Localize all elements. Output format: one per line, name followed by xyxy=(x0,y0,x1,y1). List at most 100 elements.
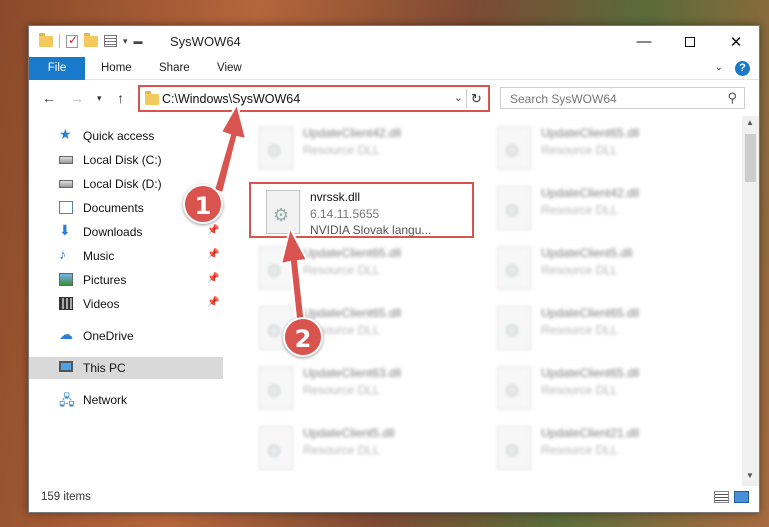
file-name: UpdateClient65.dll xyxy=(303,246,402,260)
tab-view[interactable]: View xyxy=(217,57,242,80)
scroll-up-icon[interactable]: ▲ xyxy=(746,118,754,127)
back-arrow-icon[interactable]: ← xyxy=(42,90,56,106)
file-tile[interactable]: UpdateClient63.dll Resource DLL xyxy=(244,360,469,416)
sidebar-item-label: Documents xyxy=(83,201,144,215)
dll-file-icon xyxy=(497,426,531,470)
sidebar-item-network[interactable]: 🖧 Network xyxy=(29,389,223,411)
maximize-icon xyxy=(685,36,695,47)
file-description: Resource DLL xyxy=(541,383,618,397)
sidebar-item-quick-access[interactable]: ★ Quick access xyxy=(29,125,223,147)
address-path[interactable]: C:\Windows\SysWOW64 xyxy=(162,92,300,106)
sidebar-item-label: Quick access xyxy=(83,129,155,143)
file-tile[interactable]: UpdateClient65.dll Resource DLL xyxy=(482,300,707,356)
file-tile[interactable]: UpdateClient65.dll Resource DLL xyxy=(244,300,469,356)
refresh-icon[interactable]: ↻ xyxy=(466,89,486,108)
file-description: Resource DLL xyxy=(541,143,618,157)
sidebar-item-label: Downloads xyxy=(83,225,143,239)
sidebar-item-label: This PC xyxy=(83,361,126,375)
dll-file-icon xyxy=(266,190,300,234)
vertical-scrollbar[interactable]: ▲ ▼ xyxy=(742,116,759,486)
file-explorer-window: ▾ ▬ SysWOW64 — ✕ File Home Share View ⌄ … xyxy=(28,25,760,513)
sidebar-item-music[interactable]: ♪ Music 📌 xyxy=(29,245,223,267)
navigation-pane: ★ Quick access Local Disk (C:) Local Dis… xyxy=(29,121,223,471)
pin-icon[interactable]: 📌 xyxy=(207,297,219,308)
file-name: UpdateClient65.dll xyxy=(541,366,640,380)
close-button[interactable]: ✕ xyxy=(713,26,759,57)
network-icon: 🖧 xyxy=(59,392,75,408)
search-input[interactable]: Search SysWOW64 ⚲ xyxy=(500,87,745,109)
file-name: UpdateClient21.dll xyxy=(541,426,640,440)
tab-share[interactable]: Share xyxy=(159,57,190,80)
help-icon[interactable]: ? xyxy=(735,61,750,76)
file-tile[interactable]: UpdateClient5.dll Resource DLL xyxy=(244,420,469,471)
pin-icon[interactable]: 📌 xyxy=(207,273,219,284)
pin-icon[interactable]: 📌 xyxy=(207,249,219,260)
sidebar-item-downloads[interactable]: ⬇ Downloads 📌 xyxy=(29,221,223,243)
chevron-down-icon[interactable]: ⌄ xyxy=(454,91,463,104)
sidebar-item-pictures[interactable]: Pictures 📌 xyxy=(29,269,223,291)
dll-file-icon xyxy=(259,426,293,470)
chevron-down-icon[interactable]: ▾ xyxy=(123,36,128,47)
maximize-button[interactable] xyxy=(667,26,713,57)
new-folder-icon[interactable] xyxy=(84,32,98,47)
item-count: 159 items xyxy=(41,491,91,503)
file-description: Resource DLL xyxy=(303,263,380,277)
file-description: Resource DLL xyxy=(303,143,380,157)
ribbon: File Home Share View ⌄ ? xyxy=(29,57,759,80)
sidebar-item-onedrive[interactable]: ☁ OneDrive xyxy=(29,325,223,347)
file-description: NVIDIA Slovak langu... xyxy=(310,223,432,237)
disk-icon xyxy=(59,180,73,188)
sidebar-item-this-pc[interactable]: This PC xyxy=(29,357,223,379)
pin-icon[interactable]: 📌 xyxy=(207,225,219,236)
dll-file-icon xyxy=(259,246,293,290)
documents-icon xyxy=(59,201,73,214)
file-tile[interactable]: UpdateClient65.dll Resource DLL xyxy=(482,120,707,176)
minimize-button[interactable]: — xyxy=(621,26,667,57)
dll-file-icon xyxy=(497,306,531,350)
file-tile[interactable]: UpdateClient21.dll Resource DLL xyxy=(482,420,707,471)
step-badge-1: 1 xyxy=(183,184,223,224)
file-description: Resource DLL xyxy=(303,383,380,397)
file-tile[interactable]: UpdateClient42.dll Resource DLL xyxy=(482,180,707,236)
up-arrow-icon[interactable]: ↑ xyxy=(117,90,124,106)
customize-toolbar-icon[interactable]: ▬ xyxy=(134,36,143,46)
computer-icon xyxy=(59,361,73,372)
sidebar-item-videos[interactable]: Videos 📌 xyxy=(29,293,223,315)
folder-icon[interactable] xyxy=(39,32,53,47)
expand-ribbon-icon[interactable]: ⌄ xyxy=(715,62,723,73)
file-tile[interactable]: UpdateClient42.dll Resource DLL xyxy=(244,120,469,176)
properties-icon[interactable] xyxy=(104,35,117,47)
large-icons-view-icon[interactable] xyxy=(734,491,749,503)
file-tile[interactable]: UpdateClient65.dll Resource DLL xyxy=(244,240,469,296)
sidebar-item-local-disk-c[interactable]: Local Disk (C:) xyxy=(29,149,223,171)
folder-icon xyxy=(145,91,159,105)
sidebar-item-label: Local Disk (D:) xyxy=(83,177,162,191)
status-bar: 159 items xyxy=(29,482,759,512)
file-name: UpdateClient5.dll xyxy=(303,426,395,440)
details-view-icon[interactable] xyxy=(714,491,729,503)
file-description: Resource DLL xyxy=(541,263,618,277)
tab-home[interactable]: Home xyxy=(101,57,132,80)
download-icon: ⬇ xyxy=(59,222,71,238)
file-name: nvrssk.dll xyxy=(310,190,361,204)
file-tile[interactable]: UpdateClient65.dll Resource DLL xyxy=(482,360,707,416)
dll-file-icon xyxy=(259,126,293,170)
search-icon[interactable]: ⚲ xyxy=(727,90,737,106)
recent-locations-icon[interactable]: ▾ xyxy=(97,93,102,104)
sidebar-item-label: Music xyxy=(83,249,115,263)
file-tile-nvrssk[interactable]: nvrssk.dll 6.14.11.5655 NVIDIA Slovak la… xyxy=(249,182,474,238)
properties-check-icon[interactable] xyxy=(66,33,78,48)
address-bar[interactable]: C:\Windows\SysWOW64 ⌄ ↻ xyxy=(138,85,490,112)
forward-arrow-icon[interactable]: → xyxy=(70,90,84,106)
scroll-down-icon[interactable]: ▼ xyxy=(746,471,754,480)
scrollbar-thumb[interactable] xyxy=(745,134,756,182)
file-name: UpdateClient65.dll xyxy=(541,306,640,320)
file-description: Resource DLL xyxy=(541,443,618,457)
file-tile[interactable]: UpdateClient5.dll Resource DLL xyxy=(482,240,707,296)
sidebar-item-label: Pictures xyxy=(83,273,127,287)
tab-file[interactable]: File xyxy=(29,57,85,80)
file-description: Resource DLL xyxy=(541,203,618,217)
navigation-bar: ← → ▾ ↑ C:\Windows\SysWOW64 ⌄ ↻ Search S… xyxy=(29,81,759,115)
dll-file-icon xyxy=(497,186,531,230)
sidebar-item-label: Local Disk (C:) xyxy=(83,153,162,167)
